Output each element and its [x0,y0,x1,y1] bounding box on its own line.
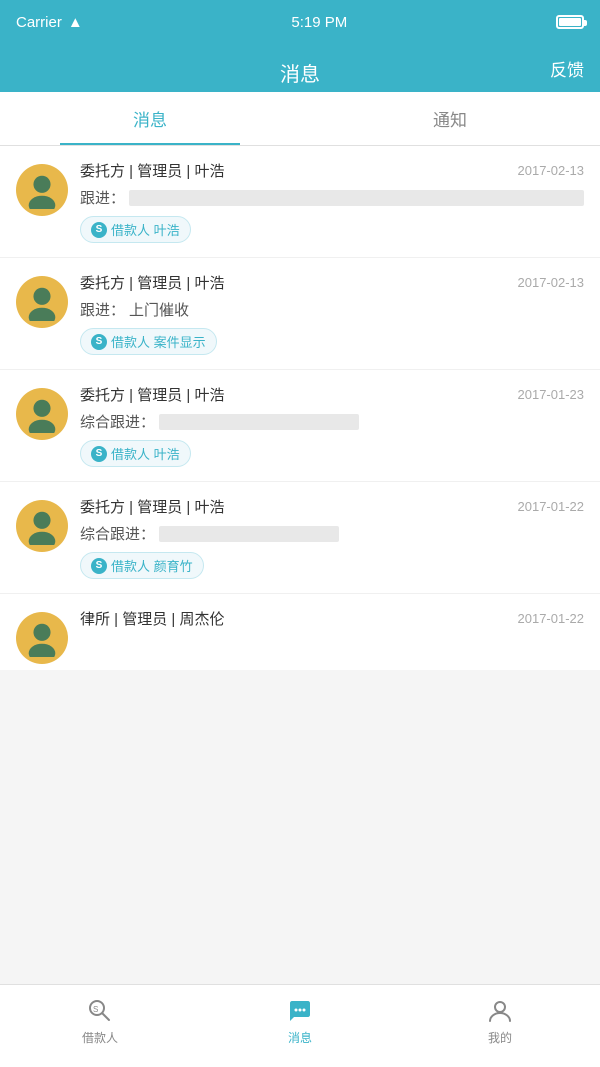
message-content: 委托方 | 管理员 | 叶浩 2017-01-22 综合跟进： S 借款人 颜育… [80,496,584,579]
message-sender: 委托方 | 管理员 | 叶浩 [80,384,224,405]
message-content: 委托方 | 管理员 | 叶浩 2017-01-23 综合跟进： S 借款人 叶浩 [80,384,584,467]
message-tag[interactable]: S 借款人 叶浩 [80,440,191,467]
wifi-icon: ▲ [68,14,83,31]
battery-icon [556,15,584,29]
tag-label: 借款人 叶浩 [111,220,180,239]
tab-mine[interactable]: 我的 [400,997,600,1056]
message-date: 2017-02-13 [518,275,585,290]
list-item[interactable]: 委托方 | 管理员 | 叶浩 2017-01-23 综合跟进： S 借款人 叶浩 [0,370,600,481]
tab-messages-label: 消息 [288,1029,312,1046]
message-header: 律所 | 管理员 | 周杰伦 2017-01-22 [80,608,584,629]
list-item[interactable]: 委托方 | 管理员 | 叶浩 2017-02-13 跟进： S 借款人 叶浩 [0,146,600,257]
tag-icon: S [91,446,107,462]
list-item[interactable]: 委托方 | 管理员 | 叶浩 2017-01-22 综合跟进： S 借款人 颜育… [0,482,600,593]
message-tag[interactable]: S 借款人 叶浩 [80,216,191,243]
message-header: 委托方 | 管理员 | 叶浩 2017-01-22 [80,496,584,517]
message-body: 跟进： [80,187,584,208]
tag-icon: S [91,558,107,574]
body-placeholder-line [159,414,359,430]
body-placeholder-line [159,526,339,542]
tab-borrowers[interactable]: S 借款人 [0,997,200,1056]
message-sender: 委托方 | 管理员 | 叶浩 [80,496,224,517]
message-header: 委托方 | 管理员 | 叶浩 2017-01-23 [80,384,584,405]
tab-mine-label: 我的 [488,1029,512,1046]
tag-icon: S [91,334,107,350]
message-header: 委托方 | 管理员 | 叶浩 2017-02-13 [80,160,584,181]
avatar [16,388,68,440]
tab-notifications[interactable]: 通知 [300,92,600,145]
chat-icon [286,997,314,1025]
message-body-text: 上门催收 [129,299,189,320]
tab-borrowers-label: 借款人 [82,1029,118,1046]
list-item[interactable]: 委托方 | 管理员 | 叶浩 2017-02-13 跟进： 上门催收 S 借款人… [0,258,600,369]
message-header: 委托方 | 管理员 | 叶浩 2017-02-13 [80,272,584,293]
time-label: 5:19 PM [291,14,347,31]
message-date: 2017-01-23 [518,387,585,402]
avatar [16,164,68,216]
message-body: 综合跟进： [80,411,584,432]
bottom-tab-bar: S 借款人 消息 我的 [0,984,600,1067]
message-tag[interactable]: S 借款人 颜育竹 [80,552,204,579]
avatar [16,500,68,552]
svg-text:S: S [93,1005,98,1014]
top-tab-bar: 消息 通知 [0,92,600,146]
message-sender: 委托方 | 管理员 | 叶浩 [80,160,224,181]
content-area: 委托方 | 管理员 | 叶浩 2017-02-13 跟进： S 借款人 叶浩 [0,146,600,753]
tab-messages[interactable]: 消息 [0,92,300,145]
message-content: 律所 | 管理员 | 周杰伦 2017-01-22 [80,608,584,635]
tag-label: 借款人 颜育竹 [111,556,193,575]
body-placeholder-line [129,190,584,206]
message-date: 2017-01-22 [518,499,585,514]
person-icon [486,997,514,1025]
status-bar: Carrier ▲ 5:19 PM [0,0,600,44]
message-date: 2017-02-13 [518,163,585,178]
message-body: 跟进： 上门催收 [80,299,584,320]
nav-title: 消息 [280,58,320,87]
avatar [16,276,68,328]
message-body: 综合跟进： [80,523,584,544]
message-date: 2017-01-22 [518,611,585,626]
message-content: 委托方 | 管理员 | 叶浩 2017-02-13 跟进： 上门催收 S 借款人… [80,272,584,355]
message-list: 委托方 | 管理员 | 叶浩 2017-02-13 跟进： S 借款人 叶浩 [0,146,600,670]
message-content: 委托方 | 管理员 | 叶浩 2017-02-13 跟进： S 借款人 叶浩 [80,160,584,243]
message-sender: 委托方 | 管理员 | 叶浩 [80,272,224,293]
avatar [16,612,68,664]
message-tag[interactable]: S 借款人 案件显示 [80,328,217,355]
list-item[interactable]: 律所 | 管理员 | 周杰伦 2017-01-22 [0,594,600,670]
search-icon: S [86,997,114,1025]
carrier-label: Carrier [16,14,62,31]
message-sender: 律所 | 管理员 | 周杰伦 [80,608,224,629]
tag-label: 借款人 叶浩 [111,444,180,463]
tab-messages[interactable]: 消息 [200,997,400,1056]
tag-label: 借款人 案件显示 [111,332,206,351]
feedback-button[interactable]: 反馈 [550,56,584,81]
nav-bar: 消息 反馈 [0,44,600,92]
tag-icon: S [91,222,107,238]
